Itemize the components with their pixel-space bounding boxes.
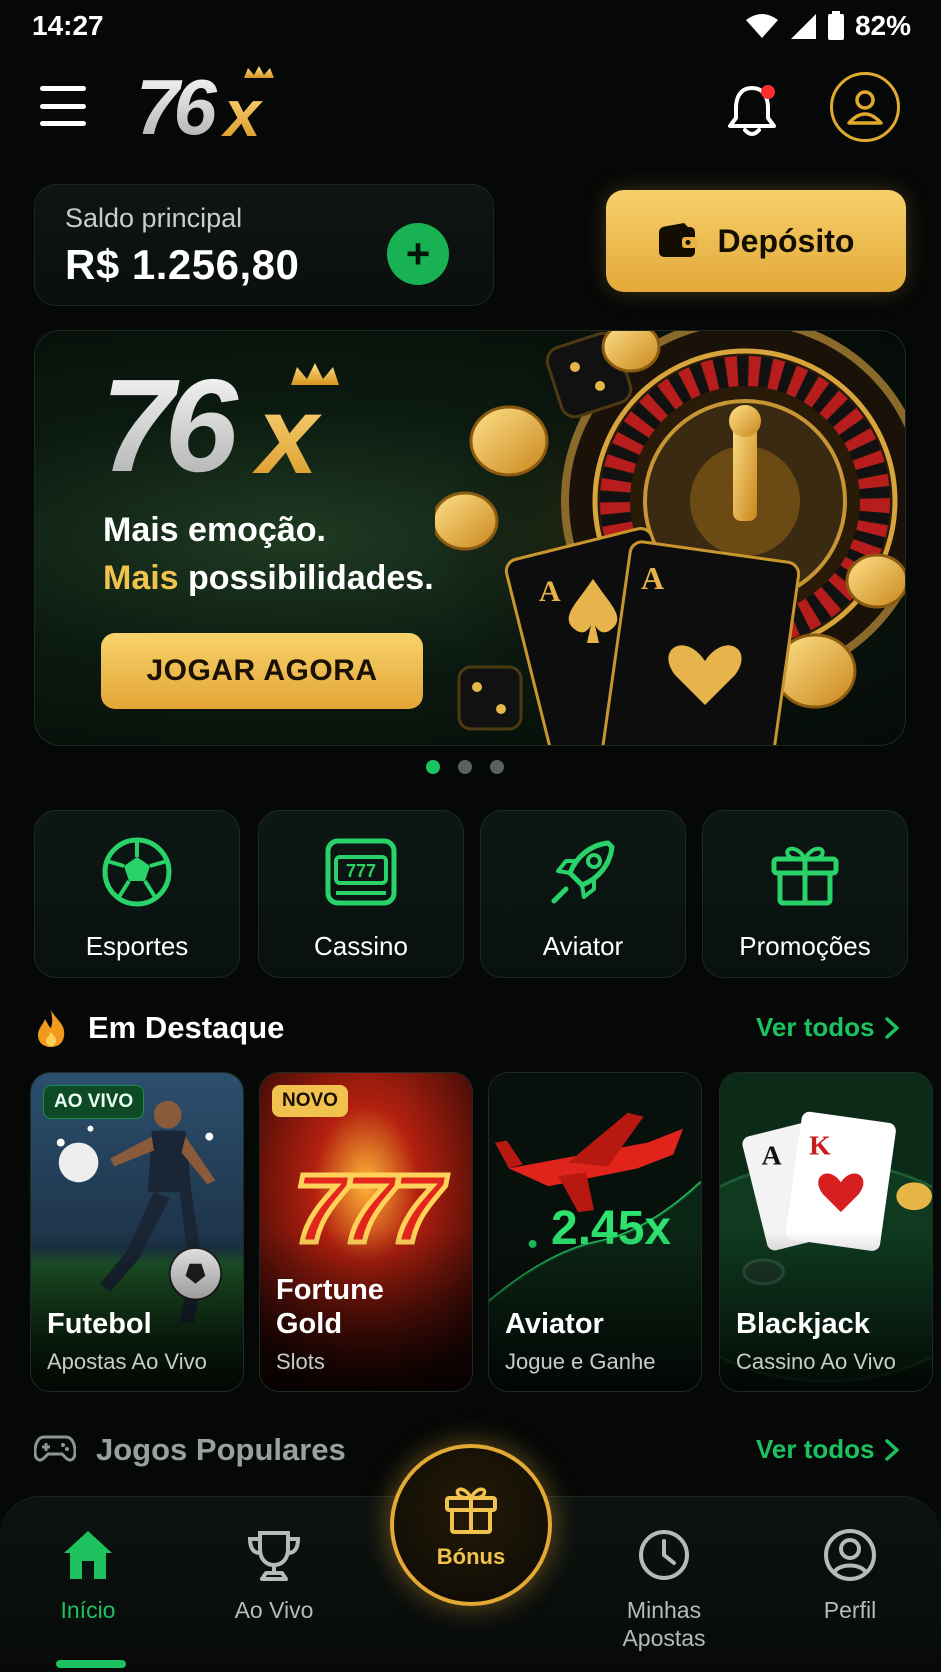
clock-icon — [639, 1530, 689, 1580]
nav-label: Início — [60, 1597, 116, 1623]
gamepad-icon — [34, 1435, 76, 1462]
chevron-right-icon — [885, 1438, 900, 1461]
fire-icon — [38, 1010, 65, 1047]
game-subtitle: Slots — [276, 1349, 325, 1374]
game-card-futebol[interactable]: AO VIVO Futebol Apostas Ao Vivo — [30, 1072, 244, 1392]
category-label: Cassino — [314, 931, 408, 961]
game-title: Fortune Gold — [276, 1274, 384, 1340]
category-casino[interactable]: 777 Cassino — [258, 810, 464, 978]
menu-icon[interactable] — [40, 86, 86, 126]
user-icon — [847, 90, 883, 125]
game-title: Aviator — [505, 1307, 604, 1340]
profile-button[interactable] — [830, 72, 900, 142]
category-aviator[interactable]: Aviator — [480, 810, 686, 978]
balance-card: Saldo principal R$ 1.256,80 + — [34, 184, 494, 306]
add-funds-button[interactable]: + — [387, 223, 449, 285]
banner-highlight: Mais — [103, 559, 179, 597]
balance-value: R$ 1.256,80 — [65, 241, 300, 288]
rocket-icon — [551, 840, 615, 904]
game-card-fortune-gold[interactable]: 777 NOVO Fortune Gold Slots — [259, 1072, 473, 1392]
brand-logo[interactable]: 76 x — [136, 64, 296, 146]
svg-text:x: x — [221, 76, 263, 146]
game-title: Blackjack — [736, 1307, 870, 1340]
nav-my-bets[interactable]: Minhas Apostas — [584, 1527, 744, 1652]
status-bar: 14:27 82% — [0, 0, 941, 54]
category-promotions[interactable]: Promoções — [702, 810, 908, 978]
wallet-icon — [658, 223, 697, 257]
svg-text:777: 777 — [346, 861, 376, 881]
slot-machine-icon: 777 — [325, 838, 397, 906]
nav-home[interactable]: Início — [8, 1527, 168, 1625]
chevron-right-icon — [885, 1016, 900, 1039]
svg-text:x: x — [252, 374, 322, 491]
wifi-icon — [745, 14, 778, 38]
game-subtitle: Apostas Ao Vivo — [47, 1349, 207, 1374]
deposit-button[interactable]: Depósito — [606, 190, 906, 292]
nav-label: Perfil — [823, 1597, 877, 1623]
svg-text:A: A — [641, 560, 664, 596]
battery-icon — [827, 11, 844, 40]
gift-icon — [445, 1487, 497, 1534]
banner-line2-text: possibilidades. — [178, 559, 434, 597]
popular-see-all-link[interactable]: Ver todos — [756, 1434, 900, 1465]
active-indicator — [56, 1660, 126, 1668]
signal-icon — [790, 14, 816, 39]
featured-see-all-link[interactable]: Ver todos — [756, 1012, 900, 1043]
banner-headline: Mais emoção. — [103, 511, 326, 549]
carousel-dot[interactable] — [458, 760, 472, 774]
status-time: 14:27 — [32, 10, 104, 41]
home-icon — [64, 1531, 112, 1579]
nav-bonus-button[interactable]: Bónus — [390, 1444, 552, 1606]
see-all-label: Ver todos — [756, 1012, 875, 1042]
svg-text:76: 76 — [136, 64, 217, 146]
nav-profile[interactable]: Perfil — [770, 1527, 930, 1625]
carousel-indicator — [426, 760, 504, 774]
game-subtitle: Jogue e Ganhe — [505, 1349, 656, 1374]
battery-percent: 82% — [854, 10, 911, 41]
banner-logo: 76 x — [101, 352, 339, 491]
new-badge: NOVO — [272, 1085, 348, 1117]
game-card-aviator[interactable]: 2.45x Aviator Jogue e Ganhe — [488, 1072, 702, 1392]
svg-text:A: A — [539, 575, 561, 608]
carousel-dot[interactable] — [490, 760, 504, 774]
carousel-dot[interactable] — [426, 760, 440, 774]
status-icons: 82% — [745, 10, 911, 42]
roulette-cards-art: A A — [435, 331, 905, 745]
popular-title: Jogos Populares — [96, 1432, 346, 1467]
bell-icon — [728, 85, 776, 136]
game-title: Futebol — [47, 1307, 152, 1340]
promo-banner[interactable]: A A 76 x Mais emoção. Mais possibilidade… — [34, 330, 906, 746]
nav-label: Ao Vivo — [234, 1597, 314, 1623]
notifications-button[interactable] — [726, 82, 778, 138]
banner-subheadline: Mais possibilidades. — [103, 559, 434, 598]
user-icon — [824, 1529, 876, 1581]
featured-title: Em Destaque — [88, 1010, 285, 1045]
svg-text:76: 76 — [101, 352, 239, 491]
deposit-label: Depósito — [717, 222, 855, 259]
category-label: Aviator — [542, 931, 624, 961]
nav-label: Minhas Apostas — [622, 1597, 706, 1651]
category-label: Esportes — [85, 931, 189, 961]
nav-label: Bónus — [436, 1544, 506, 1569]
soccer-ball-icon — [102, 837, 172, 907]
nav-live[interactable]: Ao Vivo — [194, 1527, 354, 1625]
svg-text:K: K — [809, 1130, 831, 1161]
live-badge: AO VIVO — [43, 1085, 145, 1119]
balance-label: Saldo principal — [65, 203, 243, 233]
svg-text:A: A — [762, 1140, 782, 1171]
game-card-blackjack[interactable]: A K Blackjack Cassino Ao Vivo — [719, 1072, 933, 1392]
play-now-button[interactable]: JOGAR AGORA — [101, 633, 423, 709]
game-subtitle: Cassino Ao Vivo — [736, 1349, 896, 1374]
see-all-label: Ver todos — [756, 1434, 875, 1464]
gift-icon — [771, 846, 839, 906]
category-label: Promoções — [739, 931, 871, 961]
trophy-icon — [247, 1531, 301, 1581]
category-sports[interactable]: Esportes — [34, 810, 240, 978]
